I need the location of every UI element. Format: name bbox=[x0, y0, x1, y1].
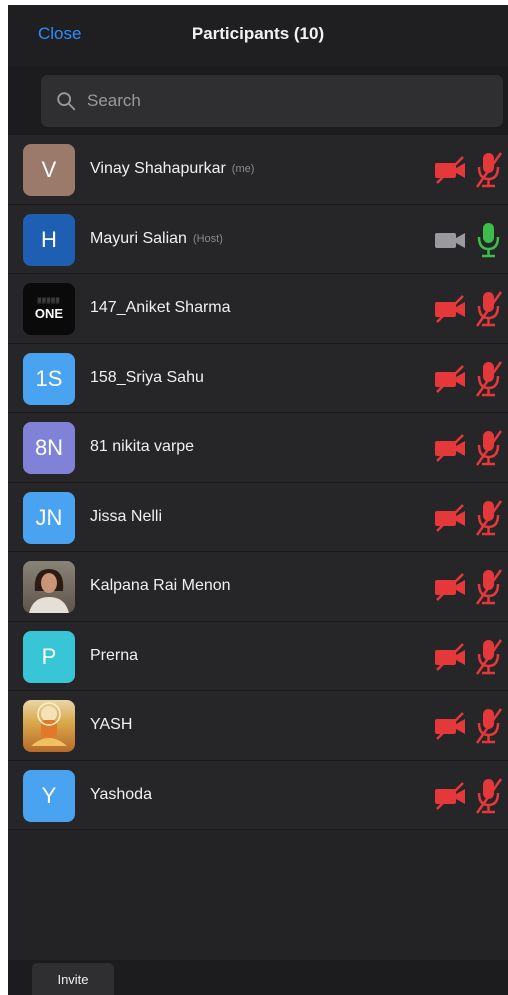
avatar: P bbox=[23, 630, 75, 683]
avatar: 1S bbox=[23, 352, 75, 405]
avatar bbox=[23, 700, 75, 752]
participant-row[interactable]: 8N 81 nikita varpe bbox=[8, 413, 508, 483]
participant-name: Yashoda bbox=[90, 785, 152, 803]
avatar: H bbox=[23, 213, 75, 266]
video-camera-icon[interactable] bbox=[433, 433, 467, 463]
participant-name-wrap: Mayuri Salian (Host) bbox=[90, 205, 223, 273]
participant-name-wrap: 81 nikita varpe bbox=[90, 413, 200, 481]
avatar: JN bbox=[23, 491, 75, 544]
participant-name-wrap: Vinay Shahapurkar (me) bbox=[90, 135, 254, 203]
participant-row[interactable]: JN Jissa Nelli bbox=[8, 482, 508, 552]
participants-screen: Close Participants (10) V Vinay Shahapur… bbox=[8, 5, 508, 995]
participant-name-wrap: Jissa Nelli bbox=[90, 483, 168, 551]
participant-name-wrap: Kalpana Rai Menon bbox=[90, 552, 237, 620]
participant-name: Vinay Shahapurkar bbox=[90, 160, 226, 177]
avatar-pattern: ▒▒▒▒▒ bbox=[37, 297, 61, 304]
microphone-icon[interactable] bbox=[474, 706, 504, 746]
invite-button[interactable]: Invite bbox=[32, 963, 114, 995]
deity-photo-icon bbox=[31, 702, 67, 746]
video-camera-icon[interactable] bbox=[433, 225, 467, 255]
avatar-initials: H bbox=[41, 226, 57, 252]
avatar-initials: V bbox=[41, 157, 57, 182]
microphone-icon[interactable] bbox=[474, 220, 504, 260]
participant-name-wrap: 158_Sriya Sahu bbox=[90, 344, 210, 412]
video-camera-icon[interactable] bbox=[433, 642, 467, 672]
avatar-initials: P bbox=[41, 643, 57, 669]
participant-row[interactable]: YASH bbox=[8, 691, 508, 761]
participant-row[interactable]: Kalpana Rai Menon bbox=[8, 552, 508, 622]
participant-name: 147_Aniket Sharma bbox=[90, 299, 231, 316]
participant-name-wrap: Yashoda bbox=[90, 761, 158, 829]
participant-name: 81 nikita varpe bbox=[90, 438, 195, 455]
search-icon bbox=[57, 92, 76, 111]
video-camera-icon[interactable] bbox=[433, 572, 467, 602]
participant-name: 158_Sriya Sahu bbox=[90, 368, 204, 386]
search-area bbox=[8, 67, 508, 135]
header-bar: Close Participants (10) bbox=[8, 5, 508, 67]
participant-tag: (me) bbox=[231, 163, 255, 175]
participant-row[interactable]: P Prerna bbox=[8, 621, 508, 691]
bottom-bar: Invite bbox=[8, 960, 508, 995]
avatar-initials: JN bbox=[35, 504, 63, 530]
avatar: V bbox=[23, 144, 75, 196]
video-camera-icon[interactable] bbox=[433, 294, 467, 324]
avatar-initials: 8N bbox=[34, 435, 64, 460]
avatar: 8N bbox=[23, 422, 75, 474]
search-box[interactable] bbox=[41, 75, 503, 127]
page-title: Participants (10) bbox=[191, 24, 325, 43]
video-camera-icon[interactable] bbox=[433, 711, 467, 741]
avatar-initials: ONE bbox=[34, 305, 64, 321]
microphone-icon[interactable] bbox=[474, 637, 504, 677]
avatar-initials: Y bbox=[41, 782, 57, 808]
participant-tag: (Host) bbox=[192, 232, 223, 245]
video-camera-icon[interactable] bbox=[433, 364, 467, 394]
person-photo-icon bbox=[29, 569, 69, 613]
participant-name: Mayuri Salian bbox=[90, 229, 187, 247]
avatar: ▒▒▒▒▒ ONE bbox=[23, 283, 75, 335]
participant-name-wrap: Prerna bbox=[90, 622, 144, 690]
participant-row[interactable]: 1S 158_Sriya Sahu bbox=[8, 343, 508, 413]
participant-name-wrap: YASH bbox=[90, 691, 138, 759]
video-camera-icon[interactable] bbox=[433, 155, 467, 185]
microphone-icon[interactable] bbox=[474, 289, 504, 329]
participant-name: Prerna bbox=[90, 646, 139, 664]
avatar bbox=[23, 561, 75, 613]
participant-name-wrap: 147_Aniket Sharma bbox=[90, 274, 237, 342]
participant-row[interactable]: Y Yashoda bbox=[8, 760, 508, 830]
microphone-icon[interactable] bbox=[474, 567, 504, 607]
participant-row[interactable]: H Mayuri Salian (Host) bbox=[8, 204, 508, 274]
avatar-initials: 1S bbox=[35, 365, 63, 391]
microphone-icon[interactable] bbox=[474, 428, 504, 468]
microphone-icon[interactable] bbox=[474, 776, 504, 816]
participant-row[interactable]: V Vinay Shahapurkar (me) bbox=[8, 135, 508, 205]
participant-name: Kalpana Rai Menon bbox=[90, 577, 231, 594]
participant-list: V Vinay Shahapurkar (me) H Mayuri Salian… bbox=[8, 135, 508, 830]
participant-row[interactable]: ▒▒▒▒▒ ONE 147_Aniket Sharma bbox=[8, 274, 508, 344]
participant-name: Jissa Nelli bbox=[90, 507, 163, 525]
video-camera-icon[interactable] bbox=[433, 781, 467, 811]
microphone-icon[interactable] bbox=[474, 359, 504, 399]
participant-name: YASH bbox=[90, 716, 133, 733]
search-input[interactable] bbox=[85, 90, 469, 112]
video-camera-icon[interactable] bbox=[433, 503, 467, 533]
microphone-icon[interactable] bbox=[474, 150, 504, 190]
avatar: Y bbox=[23, 769, 75, 822]
microphone-icon[interactable] bbox=[474, 498, 504, 538]
